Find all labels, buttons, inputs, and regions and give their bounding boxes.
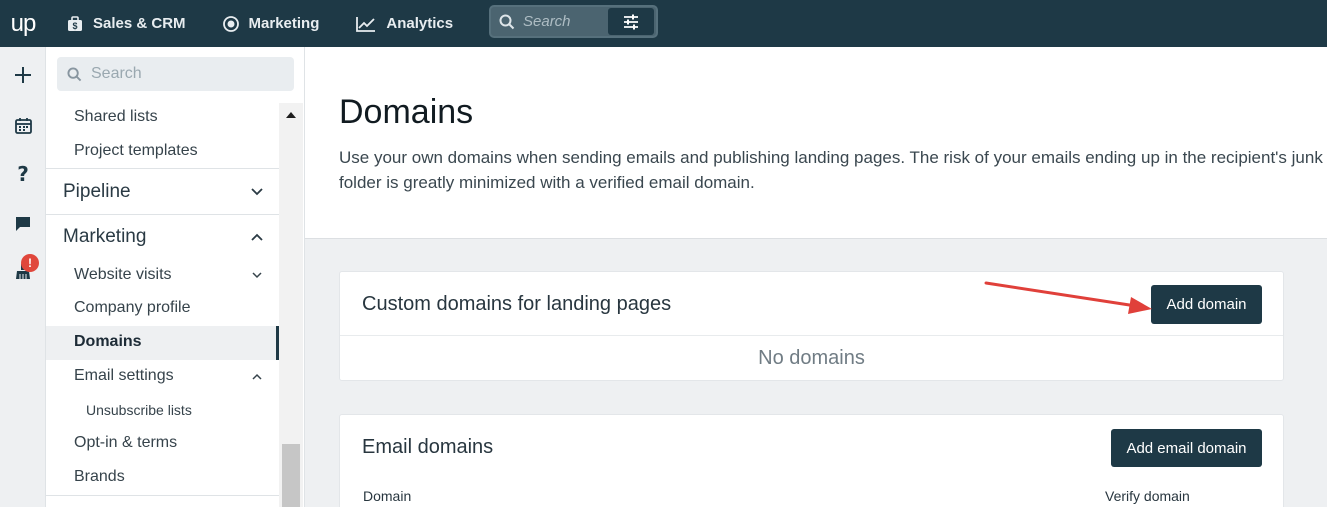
- global-search[interactable]: Search: [489, 5, 658, 38]
- page-title: Domains: [339, 93, 474, 131]
- page-header: Domains Use your own domains when sendin…: [305, 47, 1327, 239]
- search-filter-button[interactable]: [608, 8, 654, 35]
- landing-domains-card: Custom domains for landing pages Add dom…: [339, 271, 1284, 381]
- app-logo[interactable]: up: [0, 0, 46, 47]
- help-icon[interactable]: ?: [0, 160, 46, 188]
- top-nav: $ Sales & CRM Marketing Analytics: [66, 0, 489, 47]
- sidebar-item-opt-in-terms[interactable]: Opt-in & terms: [74, 434, 177, 452]
- sidebar-group-pipeline-label: Pipeline: [63, 181, 131, 202]
- sidebar-item-email-settings[interactable]: Email settings: [74, 367, 174, 385]
- divider: [340, 335, 1283, 336]
- scrollbar-thumb[interactable]: [282, 444, 300, 507]
- chevron-up-icon[interactable]: [252, 373, 262, 380]
- target-icon: [222, 15, 239, 32]
- sidebar-group-marketing-label: Marketing: [63, 226, 147, 247]
- divider: [46, 495, 279, 496]
- nav-marketing[interactable]: Marketing: [222, 0, 320, 47]
- divider: [46, 168, 279, 169]
- top-bar: up $ Sales & CRM Marketing Analytics Sea…: [0, 0, 1327, 47]
- sidebar-item-brands[interactable]: Brands: [74, 468, 125, 486]
- sidebar-item-unsubscribe-lists[interactable]: Unsubscribe lists: [86, 402, 192, 418]
- alert-badge: !: [21, 254, 39, 272]
- sidebar-search[interactable]: Search: [57, 57, 294, 91]
- search-icon: [57, 66, 91, 82]
- plus-icon[interactable]: [0, 61, 46, 89]
- email-domains-title: Email domains: [362, 436, 494, 458]
- sidebar-item-company-profile[interactable]: Company profile: [74, 299, 191, 317]
- landing-domains-title: Custom domains for landing pages: [362, 293, 672, 315]
- nav-analytics[interactable]: Analytics: [355, 0, 453, 47]
- sidebar-item-project-templates[interactable]: Project templates: [74, 142, 198, 160]
- nav-marketing-label: Marketing: [248, 15, 320, 32]
- sidebar-group-marketing[interactable]: Marketing: [46, 215, 279, 259]
- nav-sales-crm[interactable]: $ Sales & CRM: [66, 0, 186, 47]
- email-domains-card: Email domains Add email domain Domain Ve…: [339, 414, 1284, 507]
- sidebar-item-domains[interactable]: Domains: [74, 333, 142, 351]
- chevron-up-icon: [251, 233, 263, 241]
- sidebar-item-shared-lists[interactable]: Shared lists: [74, 108, 158, 126]
- no-domains-message: No domains: [758, 347, 865, 369]
- search-icon: [491, 14, 523, 30]
- column-header-domain[interactable]: Domain: [363, 488, 411, 504]
- icon-rail: ? !: [0, 47, 46, 507]
- column-header-verify-domain[interactable]: Verify domain: [1105, 488, 1190, 504]
- global-search-input[interactable]: Search: [523, 13, 608, 30]
- briefcase-dollar-icon: $: [68, 15, 82, 31]
- svg-text:$: $: [72, 21, 77, 31]
- nav-analytics-label: Analytics: [386, 15, 454, 32]
- main-content: Domains Use your own domains when sendin…: [305, 47, 1327, 507]
- sidebar-search-input[interactable]: Search: [91, 65, 142, 83]
- sidebar-scrollbar[interactable]: [279, 103, 303, 507]
- chevron-down-icon: [251, 188, 263, 196]
- page-description: Use your own domains when sending emails…: [339, 148, 1323, 192]
- scroll-up-arrow-icon[interactable]: [279, 103, 303, 127]
- settings-nav-list: Shared lists Project templates Pipeline …: [46, 103, 279, 507]
- sliders-icon: [624, 14, 638, 29]
- chat-icon[interactable]: [0, 210, 46, 238]
- chevron-down-icon[interactable]: [252, 272, 262, 279]
- chart-line-icon: [356, 16, 376, 32]
- sidebar-group-pipeline[interactable]: Pipeline: [46, 170, 279, 214]
- nav-sales-crm-label: Sales & CRM: [93, 15, 186, 32]
- settings-sidebar: Search Shared lists Project templates Pi…: [46, 47, 305, 507]
- add-email-domain-button[interactable]: Add email domain: [1111, 429, 1262, 467]
- calendar-icon[interactable]: [0, 111, 46, 139]
- sidebar-item-website-visits[interactable]: Website visits: [74, 266, 172, 284]
- add-domain-button[interactable]: Add domain: [1151, 285, 1262, 324]
